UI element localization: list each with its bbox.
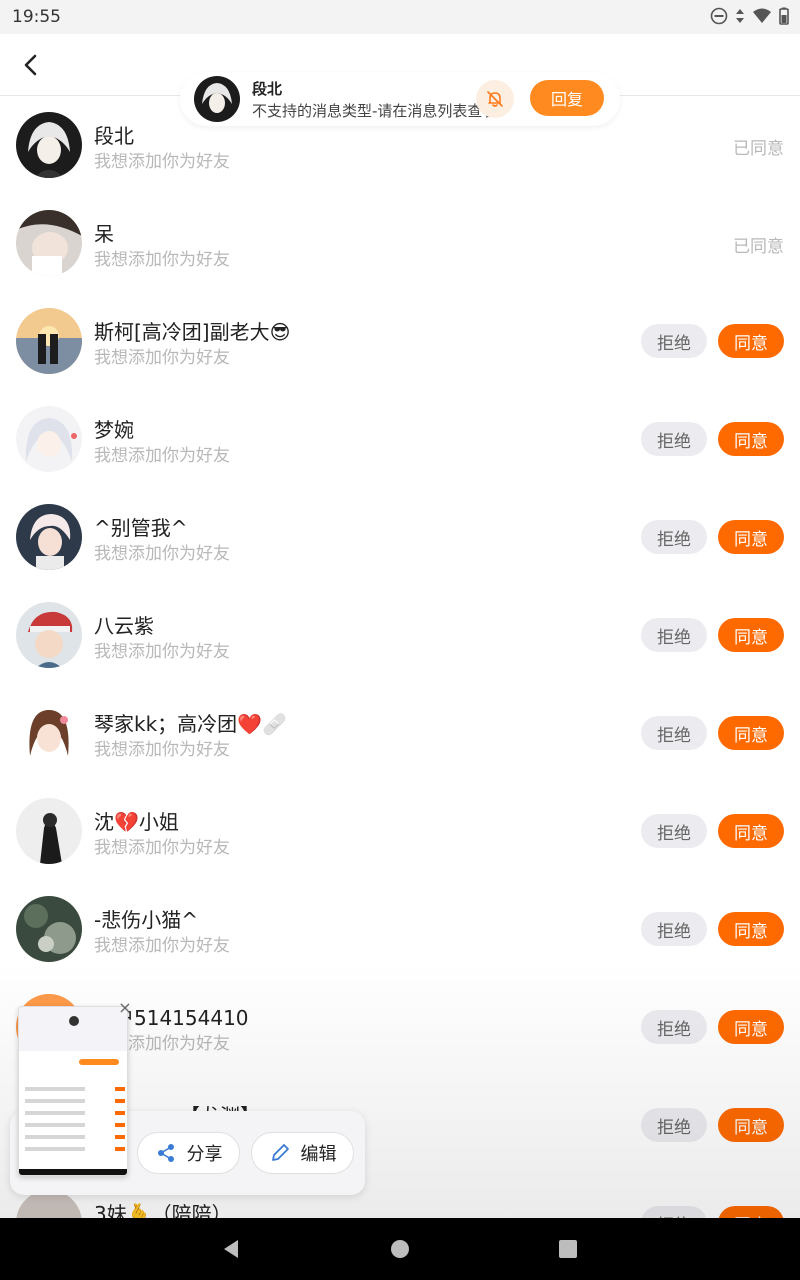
status-agreed: 已同意: [733, 139, 784, 159]
request-message: 我想添加你为好友: [94, 838, 230, 858]
agree-button[interactable]: 同意: [718, 1010, 784, 1044]
chevron-left-icon: [24, 54, 37, 76]
request-message: 我想添加你为好友: [94, 544, 230, 564]
avatar: [16, 504, 82, 570]
agree-button[interactable]: 同意: [718, 520, 784, 554]
reply-button[interactable]: 回复: [530, 80, 604, 116]
reject-button[interactable]: 拒绝: [641, 422, 707, 456]
share-icon: [157, 1144, 174, 1162]
list-item[interactable]: 琴家kk；高冷团❤️🩹 我想添加你为好友 拒绝 同意: [0, 684, 800, 782]
wifi-icon: [753, 8, 771, 23]
nav-home-icon[interactable]: [387, 1236, 413, 1262]
list-item[interactable]: 呆 我想添加你为好友 已同意: [0, 194, 800, 292]
pencil-icon: [271, 1144, 289, 1161]
request-name: -悲伤小猫^: [94, 908, 198, 932]
request-message: 我想添加你为好友: [94, 642, 230, 662]
status-agreed: 已同意: [733, 237, 784, 257]
request-name: 沈💔小姐: [94, 810, 179, 834]
status-time: 19:55: [12, 7, 61, 27]
avatar: [16, 896, 82, 962]
request-name: 琴家kk；高冷团❤️🩹: [94, 712, 287, 736]
status-bar: 19:55: [0, 0, 800, 34]
agree-button[interactable]: 同意: [718, 716, 784, 750]
bell-off-icon: [487, 91, 503, 107]
reject-button[interactable]: 拒绝: [641, 814, 707, 848]
reject-button[interactable]: 拒绝: [641, 618, 707, 652]
request-name: 斯柯[高冷团]副老大😎: [94, 320, 291, 344]
notification-sender: 段北: [252, 80, 283, 98]
avatar: [16, 798, 82, 864]
request-message: 我想添加你为好友: [94, 152, 230, 172]
notification-message: 不支持的消息类型-请在消息列表查看: [252, 102, 498, 120]
close-icon[interactable]: ×: [116, 998, 134, 1017]
agree-button[interactable]: 同意: [718, 324, 784, 358]
data-arrows-icon: [736, 9, 744, 23]
request-name: 梦婉: [94, 418, 134, 442]
system-nav-bar: [0, 1218, 800, 1280]
request-message: 我想添加你为好友: [94, 936, 230, 956]
agree-button[interactable]: 同意: [718, 422, 784, 456]
avatar: [16, 700, 82, 766]
reject-button[interactable]: 拒绝: [641, 1010, 707, 1044]
request-name: ^别管我^: [94, 516, 188, 540]
agree-button[interactable]: 同意: [718, 814, 784, 848]
mute-button[interactable]: [476, 80, 514, 118]
reject-button[interactable]: 拒绝: [641, 324, 707, 358]
edit-button[interactable]: 编辑: [251, 1132, 354, 1174]
list-item[interactable]: ^别管我^ 我想添加你为好友 拒绝 同意: [0, 488, 800, 586]
dnd-icon: [710, 7, 728, 25]
request-message: 我想添加你为好友: [94, 446, 230, 466]
back-button[interactable]: [14, 48, 48, 82]
message-notification[interactable]: 段北 不支持的消息类型-请在消息列表查看 回复: [180, 72, 620, 126]
avatar: [16, 602, 82, 668]
avatar: [16, 406, 82, 472]
list-item[interactable]: 梦婉 我想添加你为好友 拒绝 同意: [0, 390, 800, 488]
reject-button[interactable]: 拒绝: [641, 912, 707, 946]
reject-button[interactable]: 拒绝: [641, 520, 707, 554]
agree-button[interactable]: 同意: [718, 1108, 784, 1142]
list-item[interactable]: 沈💔小姐 我想添加你为好友 拒绝 同意: [0, 782, 800, 880]
request-name: 段北: [94, 124, 134, 148]
request-name: 八云紫: [94, 614, 154, 638]
edit-label: 编辑: [300, 1144, 337, 1165]
request-message: 我想添加你为好友: [94, 348, 230, 368]
avatar: [16, 112, 82, 178]
screenshot-thumbnail[interactable]: [18, 1006, 128, 1176]
screen: 19:55 段北 我想添加你为好友 已同意 呆 我想添加你为好友 已同意 斯柯[…: [0, 0, 800, 1280]
list-item[interactable]: -悲伤小猫^ 我想添加你为好友 拒绝 同意: [0, 880, 800, 978]
list-item[interactable]: 斯柯[高冷团]副老大😎 我想添加你为好友 拒绝 同意: [0, 292, 800, 390]
battery-icon: [779, 7, 789, 25]
reject-button[interactable]: 拒绝: [641, 716, 707, 750]
request-message: 我想添加你为好友: [94, 740, 230, 760]
nav-recents-icon[interactable]: [555, 1236, 581, 1262]
avatar: [16, 210, 82, 276]
share-label: 分享: [186, 1144, 223, 1165]
agree-button[interactable]: 同意: [718, 618, 784, 652]
list-item[interactable]: 八云紫 我想添加你为好友 拒绝 同意: [0, 586, 800, 684]
notification-avatar: [194, 76, 240, 122]
avatar: [16, 308, 82, 374]
agree-button[interactable]: 同意: [718, 912, 784, 946]
request-name: 呆: [94, 222, 114, 246]
reject-button[interactable]: 拒绝: [641, 1108, 707, 1142]
nav-back-icon[interactable]: [218, 1236, 244, 1262]
request-message: 我想添加你为好友: [94, 250, 230, 270]
status-icons: [710, 7, 790, 25]
share-button[interactable]: 分享: [137, 1132, 240, 1174]
